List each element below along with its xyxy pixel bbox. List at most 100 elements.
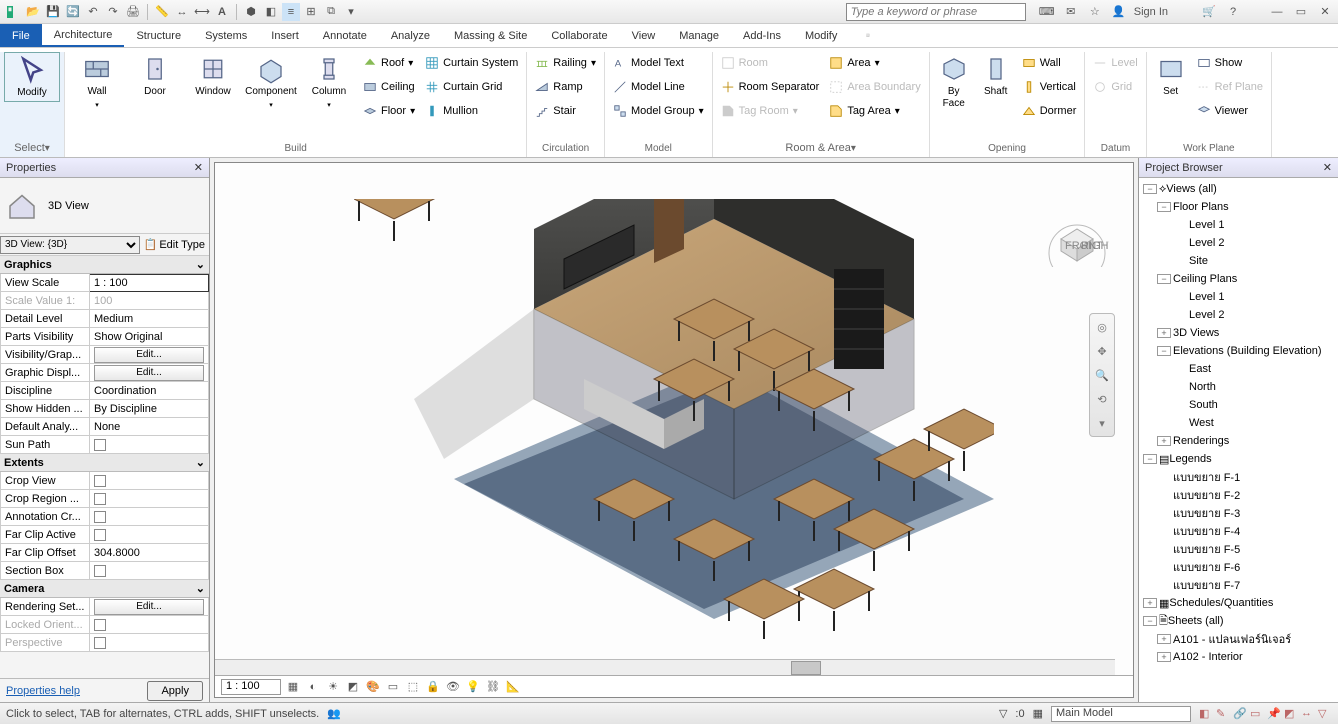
edit-type-button[interactable]: 📋 Edit Type [140, 236, 209, 254]
analytical-icon[interactable]: 📐 [505, 679, 521, 695]
tab-launcher-icon[interactable]: ▫️ [849, 24, 887, 47]
app-logo-icon[interactable] [4, 3, 22, 21]
stair-button[interactable]: Stair [531, 100, 600, 122]
tab-annotate[interactable]: Annotate [311, 24, 379, 47]
select-pinned-icon[interactable]: 📌 [1267, 707, 1281, 721]
temp-hide-icon[interactable]: 👁 [445, 679, 461, 695]
tree-elevations[interactable]: −Elevations (Building Elevation) [1139, 342, 1338, 360]
tree-fp-level2[interactable]: Level 2 [1139, 234, 1338, 252]
area-boundary-button[interactable]: Area Boundary [825, 76, 924, 98]
save-icon[interactable]: 💾 [44, 3, 62, 21]
tree-renderings[interactable]: +Renderings [1139, 432, 1338, 450]
sync-icon[interactable]: 🔄 [64, 3, 82, 21]
instance-selector[interactable]: 3D View: {3D} [0, 236, 140, 254]
detail-level-value[interactable]: Medium [90, 310, 209, 328]
tab-massing[interactable]: Massing & Site [442, 24, 539, 47]
shadows-icon[interactable]: ◩ [345, 679, 361, 695]
curtain-grid-button[interactable]: Curtain Grid [421, 76, 522, 98]
extents-section-header[interactable]: Extents⌄ [0, 454, 209, 472]
viewer-button[interactable]: Viewer [1193, 100, 1267, 122]
default-analysis-value[interactable]: None [90, 418, 209, 436]
crop-view-value[interactable] [90, 472, 209, 490]
restore-icon[interactable]: ▭ [1292, 3, 1310, 21]
search-input[interactable] [846, 3, 1026, 21]
level-button[interactable]: Level [1089, 52, 1141, 74]
search-box[interactable] [846, 3, 1026, 21]
tree-legend-4[interactable]: แบบขยาย F-4 [1139, 522, 1338, 540]
nav-more-icon[interactable]: ▾ [1093, 414, 1111, 432]
curtain-system-button[interactable]: Curtain System [421, 52, 522, 74]
measure-icon[interactable]: 📏 [153, 3, 171, 21]
tab-collaborate[interactable]: Collaborate [539, 24, 619, 47]
tab-architecture[interactable]: Architecture [42, 24, 125, 47]
far-clip-active-value[interactable] [90, 526, 209, 544]
tree-fp-site[interactable]: Site [1139, 252, 1338, 270]
crop-region-icon[interactable]: ⬚ [405, 679, 421, 695]
tag-area-button[interactable]: Tag Area ▾ [825, 100, 924, 122]
redo-icon[interactable]: ↷ [104, 3, 122, 21]
model-text-button[interactable]: AModel Text [609, 52, 708, 74]
perspective-value[interactable] [90, 634, 209, 652]
status-person-icon[interactable]: 👥 [327, 707, 341, 720]
tree-floor-plans[interactable]: −Floor Plans [1139, 198, 1338, 216]
dimension-icon[interactable]: ⟷ [193, 3, 211, 21]
modify-button[interactable]: Modify [4, 52, 60, 102]
properties-type-selector[interactable]: 3D View [0, 178, 209, 234]
select-underlay-icon[interactable]: ▭ [1250, 707, 1264, 721]
tree-sheets[interactable]: −🗎 Sheets (all) [1139, 612, 1338, 630]
shaft-button[interactable]: Shaft [976, 52, 1016, 100]
model-line-button[interactable]: Model Line [609, 76, 708, 98]
minimize-icon[interactable]: — [1268, 3, 1286, 21]
room-separator-button[interactable]: Room Separator [717, 76, 824, 98]
viewport-horizontal-scrollbar[interactable] [215, 659, 1115, 675]
viewcube[interactable]: FRONT RIGHT [1045, 203, 1109, 267]
render-icon[interactable]: 🎨 [365, 679, 381, 695]
close-hidden-icon[interactable]: ⊞ [302, 3, 320, 21]
crop-icon[interactable]: ▭ [385, 679, 401, 695]
crop-region-value[interactable] [90, 490, 209, 508]
sun-path-icon[interactable]: ☀ [325, 679, 341, 695]
workset-icon[interactable]: ▦ [1033, 707, 1043, 720]
tree-views[interactable]: −⟡ Views (all) [1139, 180, 1338, 198]
zoom-icon[interactable]: 🔍 [1093, 366, 1111, 384]
window-button[interactable]: Window [185, 52, 241, 100]
properties-help-link[interactable]: Properties help [6, 685, 80, 697]
parts-visibility-value[interactable]: Show Original [90, 328, 209, 346]
viewport-canvas[interactable]: FRONT RIGHT ◎ ✥ 🔍 ⟲ ▾ [215, 163, 1133, 675]
help-icon[interactable]: ? [1224, 3, 1242, 21]
tab-analyze[interactable]: Analyze [379, 24, 442, 47]
constraints-icon[interactable]: ⛓ [485, 679, 501, 695]
tab-insert[interactable]: Insert [259, 24, 311, 47]
section-box-value[interactable] [90, 562, 209, 580]
mullion-button[interactable]: Mullion [421, 100, 522, 122]
star-icon[interactable]: ☆ [1086, 3, 1104, 21]
visibility-graphics-value[interactable]: Edit... [90, 346, 209, 364]
tab-view[interactable]: View [620, 24, 668, 47]
by-face-button[interactable]: By Face [934, 52, 974, 112]
filter-status-icon[interactable]: ▽ [1318, 707, 1332, 721]
component-button[interactable]: Component▾ [243, 52, 299, 114]
tree-legend-5[interactable]: แบบขยาย F-5 [1139, 540, 1338, 558]
tab-systems[interactable]: Systems [193, 24, 259, 47]
door-button[interactable]: Door [127, 52, 183, 100]
ramp-button[interactable]: Ramp [531, 76, 600, 98]
floor-button[interactable]: Floor ▾ [359, 100, 419, 122]
open-icon[interactable]: 📂 [24, 3, 42, 21]
scrollbar-thumb[interactable] [791, 661, 821, 675]
editable-only-icon[interactable]: ✎ [1216, 707, 1230, 721]
tree-legend-3[interactable]: แบบขยาย F-3 [1139, 504, 1338, 522]
tag-room-button[interactable]: Tag Room ▾ [717, 100, 824, 122]
opening-wall-button[interactable]: Wall [1018, 52, 1081, 74]
select-links-icon[interactable]: 🔗 [1233, 707, 1247, 721]
rendering-settings-value[interactable]: Edit... [90, 598, 209, 616]
tab-structure[interactable]: Structure [124, 24, 193, 47]
railing-button[interactable]: Railing ▾ [531, 52, 600, 74]
set-button[interactable]: Set [1151, 52, 1191, 100]
discipline-value[interactable]: Coordination [90, 382, 209, 400]
orbit-icon[interactable]: ⟲ [1093, 390, 1111, 408]
tree-sheet-a101[interactable]: +A101 - แปลนเฟอร์นิเจอร์ [1139, 630, 1338, 648]
reveal-icon[interactable]: 💡 [465, 679, 481, 695]
apply-button[interactable]: Apply [147, 681, 203, 701]
text-icon[interactable]: A [213, 3, 231, 21]
roof-button[interactable]: Roof ▾ [359, 52, 419, 74]
